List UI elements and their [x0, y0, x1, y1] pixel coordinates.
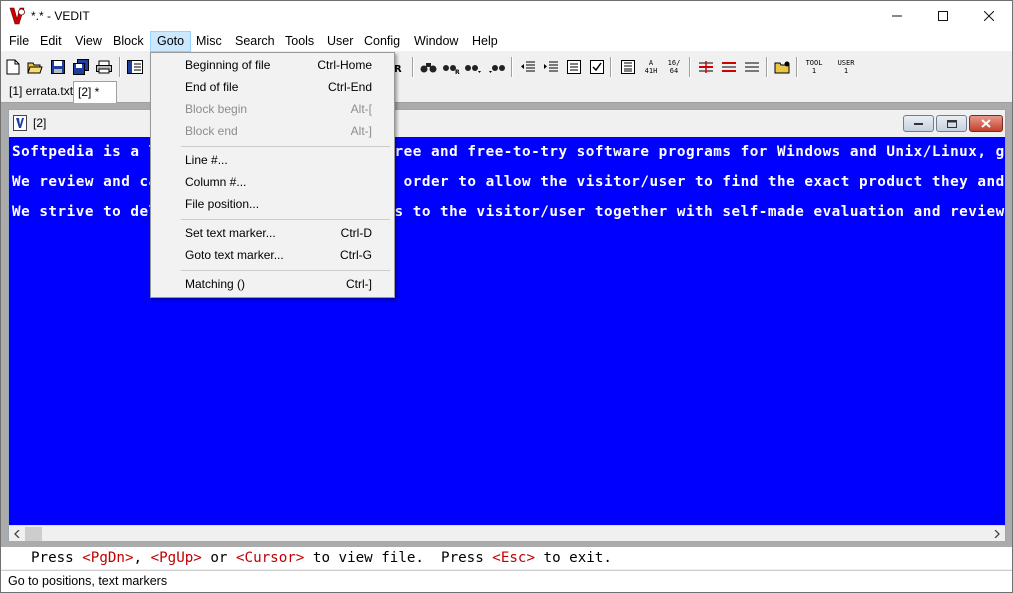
ascii-hex-label: 41H: [644, 67, 658, 75]
menu-item-block-begin: Block begin Alt-[: [185, 102, 372, 116]
child-close-button[interactable]: [969, 115, 1003, 132]
print-icon[interactable]: [94, 56, 114, 78]
tool-label: TOOL: [805, 59, 823, 67]
menu-help[interactable]: Help: [466, 31, 504, 52]
find-previous-icon[interactable]: [487, 56, 507, 78]
menu-item-beginning-of-file[interactable]: Beginning of file Ctrl-Home: [153, 54, 392, 76]
indent-icon[interactable]: [541, 56, 561, 78]
menu-tools[interactable]: Tools: [279, 31, 320, 52]
svg-text:R: R: [455, 69, 460, 74]
ascii-table-icon[interactable]: A 41H: [641, 56, 661, 78]
msg-text: Press: [31, 550, 83, 566]
menu-item-goto-text-marker[interactable]: Goto text marker... Ctrl-G: [153, 244, 392, 266]
menu-bar: File Edit View Block Goto Misc Search To…: [1, 31, 1012, 52]
menu-item-line-number[interactable]: Line #...: [153, 149, 392, 171]
toolbar-separator: [689, 57, 691, 77]
status-text: Go to positions, text markers: [8, 574, 168, 588]
toolbar-separator: [610, 57, 612, 77]
page-format-icon[interactable]: [618, 56, 638, 78]
menu-search[interactable]: Search: [229, 31, 281, 52]
scroll-right-icon[interactable]: [989, 526, 1005, 542]
menu-item-file-position[interactable]: File position...: [153, 193, 392, 215]
maximize-button[interactable]: [920, 1, 966, 31]
menu-item-matching[interactable]: Matching () Ctrl-]: [153, 273, 392, 295]
save-all-icon[interactable]: [71, 56, 91, 78]
user-1-button[interactable]: USER 1: [834, 56, 858, 78]
new-file-icon[interactable]: [3, 56, 23, 78]
save-icon[interactable]: [48, 56, 68, 78]
window-list-icon[interactable]: [125, 56, 145, 78]
minimize-button[interactable]: [874, 1, 920, 31]
child-minimize-button[interactable]: [903, 115, 934, 132]
toolbar-separator: [766, 57, 768, 77]
toolbar-separator: [119, 57, 121, 77]
ascii-char-label: A: [648, 59, 654, 67]
toolbar-separator: [511, 57, 513, 77]
delete-line-icon[interactable]: [696, 56, 716, 78]
document-icon: [13, 115, 27, 131]
menu-block[interactable]: Block: [107, 31, 150, 52]
key-cursor: <Cursor>: [236, 550, 305, 566]
svg-text:R: R: [394, 64, 402, 74]
app-window: *.* - VEDIT File Edit View Block Goto Mi…: [0, 0, 1013, 593]
key-pgdn: <PgDn>: [82, 550, 134, 566]
fraction-bottom-label: 64: [669, 67, 679, 75]
user-label: USER: [837, 59, 855, 67]
menu-item-block-end: Block end Alt-]: [185, 124, 372, 138]
message-line: Press <PgDn>, <PgUp> or <Cursor> to view…: [1, 547, 1012, 569]
menu-edit[interactable]: Edit: [34, 31, 68, 52]
menu-goto[interactable]: Goto: [150, 31, 192, 52]
format-paragraph-icon[interactable]: [564, 56, 584, 78]
menu-user[interactable]: User: [321, 31, 359, 52]
menu-item-set-text-marker[interactable]: Set text marker... Ctrl-D: [153, 222, 392, 244]
tab-errata-txt[interactable]: [1] errata.txt: [5, 81, 77, 102]
horizontal-scrollbar[interactable]: [9, 525, 1005, 541]
menu-separator: [181, 146, 390, 147]
msg-text: ,: [133, 550, 151, 566]
scroll-thumb[interactable]: [25, 527, 42, 541]
user-number: 1: [843, 67, 849, 75]
key-pgup: <PgUp>: [150, 550, 202, 566]
vedit-logo-icon: [9, 7, 25, 25]
open-folder-icon[interactable]: [25, 56, 45, 78]
find-icon[interactable]: [419, 56, 439, 78]
find-replace-icon[interactable]: R: [441, 56, 461, 78]
menu-window[interactable]: Window: [408, 31, 464, 52]
title-bar: *.* - VEDIT: [1, 1, 1012, 31]
goto-dropdown-menu: Beginning of file Ctrl-Home End of file …: [150, 52, 395, 298]
fraction-calc-icon[interactable]: 16/ 64: [664, 56, 684, 78]
menu-view[interactable]: View: [69, 31, 108, 52]
spell-check-icon[interactable]: [587, 56, 607, 78]
justify-icon[interactable]: [742, 56, 762, 78]
tool-1-button[interactable]: TOOL 1: [802, 56, 826, 78]
key-esc: <Esc>: [492, 550, 535, 566]
msg-text: to view file. Press: [304, 550, 493, 566]
delete-block-icon[interactable]: [719, 56, 739, 78]
fraction-top-label: 16/: [667, 59, 681, 67]
explorer-folder-icon[interactable]: [773, 56, 793, 78]
tool-number: 1: [811, 67, 817, 75]
child-window-title: [2]: [33, 116, 47, 130]
tab-untitled-2[interactable]: [2] *: [73, 81, 117, 103]
toolbar-separator: [796, 57, 798, 77]
menu-separator: [181, 270, 390, 271]
scroll-left-icon[interactable]: [9, 526, 25, 542]
menu-file[interactable]: File: [3, 31, 35, 52]
msg-text: to exit.: [535, 550, 612, 566]
find-next-icon[interactable]: [463, 56, 483, 78]
menu-config[interactable]: Config: [358, 31, 406, 52]
menu-misc[interactable]: Misc: [190, 31, 228, 52]
status-bar: Go to positions, text markers: [1, 570, 1012, 592]
close-button[interactable]: [966, 1, 1012, 31]
menu-item-end-of-file[interactable]: End of file Ctrl-End: [153, 76, 392, 98]
toolbar-separator: [412, 57, 414, 77]
msg-text: or: [201, 550, 237, 566]
outdent-icon[interactable]: [518, 56, 538, 78]
window-title: *.* - VEDIT: [31, 9, 90, 23]
child-maximize-button[interactable]: [936, 115, 967, 132]
menu-separator: [181, 219, 390, 220]
menu-item-column-number[interactable]: Column #...: [153, 171, 392, 193]
